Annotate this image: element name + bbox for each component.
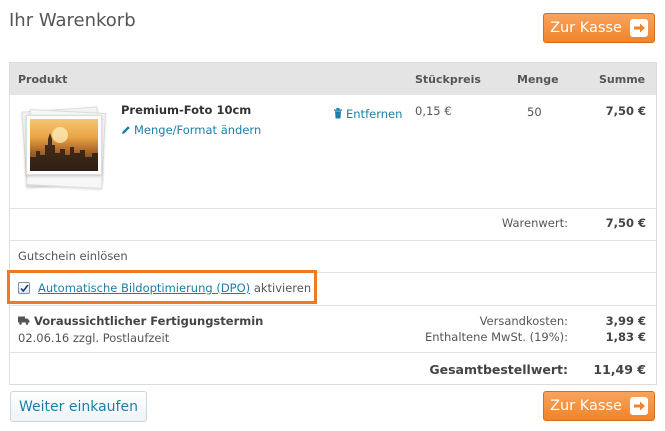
shipping-value: 3,99 € [605,314,646,328]
remove-item-label: Entfernen [346,106,403,121]
product-thumbnail[interactable] [21,106,106,193]
item-unit-price: 0,15 € [415,104,452,118]
arrow-right-icon [629,19,648,37]
dpo-link[interactable]: Automatische Bildoptimierung (DPO) [38,281,250,295]
checkout-button-label: Zur Kasse [550,20,622,36]
divider [10,240,656,241]
checkout-button-bottom[interactable]: Zur Kasse [543,391,655,421]
dpo-suffix: aktivieren [253,281,312,295]
production-date: 02.06.16 zzgl. Postlaufzeit [18,331,170,345]
continue-shopping-button[interactable]: Weiter einkaufen [10,391,147,422]
vat-label: Enthaltene MwSt. (19%): [424,330,568,344]
grand-total-label: Gesamtbestellwert: [429,362,568,377]
item-quantity: 50 [527,105,542,119]
page-title: Ihr Warenkorb [9,10,136,31]
goods-value-label: Warenwert: [501,216,568,230]
grand-total-value: 11,49 € [593,362,646,377]
header-product: Produkt [18,73,68,86]
trash-icon [333,104,343,123]
continue-shopping-label: Weiter einkaufen [19,398,138,415]
edit-product-link[interactable]: Menge/Format ändern [121,120,261,139]
dpo-label: Automatische Bildoptimierung (DPO) aktiv… [38,281,311,295]
production-date-title: Voraussichtlicher Fertigungstermin [18,314,263,328]
table-header: Produkt Stückpreis Menge Summe [10,63,656,95]
edit-product-label: Menge/Format ändern [134,122,262,137]
vat-value: 1,83 € [605,330,646,344]
divider [10,208,656,209]
header-unit-price: Stückpreis [415,73,481,86]
divider [10,352,656,353]
voucher-link[interactable]: Gutschein einlösen [18,249,128,263]
arrow-right-icon [629,397,648,415]
truck-icon [18,314,30,328]
production-title-text: Voraussichtlicher Fertigungstermin [34,314,264,328]
header-sum: Summe [599,73,646,86]
remove-item-link[interactable]: Entfernen [333,104,402,123]
goods-value: 7,50 € [605,216,646,230]
dpo-checkbox[interactable] [18,282,30,294]
pencil-icon [121,120,131,139]
checkout-button-top[interactable]: Zur Kasse [543,13,655,43]
item-sum: 7,50 € [605,104,646,118]
product-name: Premium-Foto 10cm [121,103,252,117]
cart-table: Produkt Stückpreis Menge Summe Premium-F… [9,62,657,385]
divider [10,305,656,306]
dpo-option-highlight: Automatische Bildoptimierung (DPO) aktiv… [7,270,317,304]
header-quantity: Menge [517,73,559,86]
shipping-label: Versandkosten: [479,314,568,328]
checkout-button-label: Zur Kasse [550,398,622,414]
